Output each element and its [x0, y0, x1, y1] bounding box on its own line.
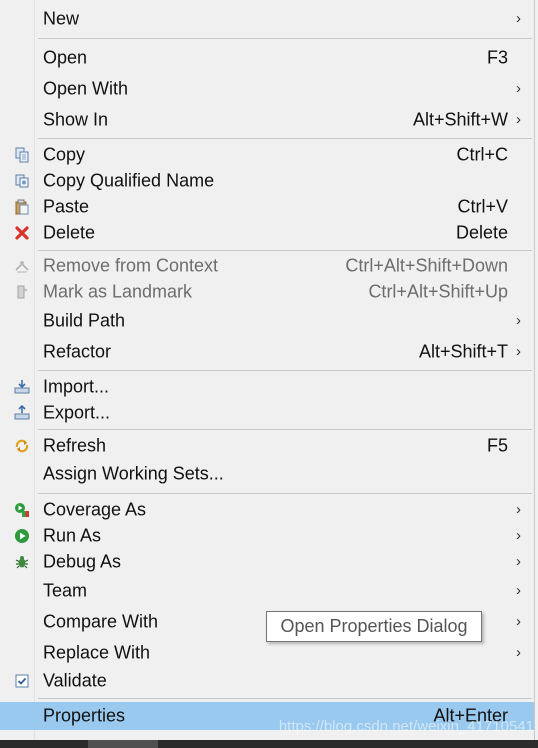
- tooltip: Open Properties Dialog: [266, 611, 482, 642]
- watermark-text: https://blog.csdn.net/weixin_41710541: [278, 718, 534, 735]
- submenu-arrow-icon: ›: [516, 10, 521, 28]
- submenu-arrow-icon: ›: [516, 527, 521, 545]
- menu-separator: [38, 698, 532, 699]
- menu-item-new[interactable]: New ›: [0, 4, 534, 34]
- menu-item-label: Properties: [43, 705, 126, 726]
- submenu-arrow-icon: ›: [516, 501, 521, 519]
- menu-item-label: Assign Working Sets...: [43, 463, 224, 484]
- menu-item-label: Run As: [43, 525, 102, 546]
- menu-item-copy[interactable]: Copy Ctrl+C: [0, 142, 534, 168]
- menu-item-label: Build Path: [43, 310, 126, 330]
- menu-item-label: Import...: [43, 376, 110, 397]
- menu-item-label: Mark as Landmark: [43, 281, 193, 302]
- menu-item-shortcut: Ctrl+V: [457, 196, 508, 217]
- menu-item-shortcut: Ctrl+Alt+Shift+Down: [345, 255, 508, 276]
- menu-item-label: Debug As: [43, 551, 122, 572]
- menu-separator: [38, 370, 532, 371]
- paste-icon: [13, 198, 31, 216]
- menu-item-run-as[interactable]: Run As ›: [0, 523, 534, 549]
- menu-item-coverage-as[interactable]: Coverage As ›: [0, 497, 534, 523]
- submenu-arrow-icon: ›: [516, 110, 521, 128]
- menu-item-delete[interactable]: Delete Delete: [0, 220, 534, 246]
- debug-icon: [13, 553, 31, 571]
- run-icon: [13, 527, 31, 545]
- menu-item-validate[interactable]: Validate: [0, 668, 534, 694]
- menu-item-label: Export...: [43, 402, 111, 423]
- submenu-arrow-icon: ›: [516, 553, 521, 571]
- menu-item-label: Team: [43, 580, 88, 600]
- menu-separator: [38, 493, 532, 494]
- menu-item-shortcut: Delete: [455, 222, 508, 243]
- taskbar-item[interactable]: [88, 740, 158, 748]
- copy-icon: [13, 146, 31, 164]
- menu-item-label: Paste: [43, 196, 90, 217]
- menu-item-label: Open: [43, 47, 88, 67]
- menu-item-import[interactable]: Import...: [0, 374, 534, 400]
- menu-item-mark-as-landmark[interactable]: Mark as Landmark Ctrl+Alt+Shift+Up: [0, 279, 534, 305]
- menu-item-export[interactable]: Export...: [0, 400, 534, 426]
- import-icon: [13, 378, 31, 396]
- menu-item-shortcut: Ctrl+C: [456, 144, 508, 165]
- submenu-arrow-icon: ›: [516, 79, 521, 97]
- menu-item-refactor[interactable]: Refactor Alt+Shift+T ›: [0, 336, 534, 367]
- delete-icon: [13, 224, 31, 242]
- validate-icon: [13, 672, 31, 690]
- menu-item-show-in[interactable]: Show In Alt+Shift+W ›: [0, 104, 534, 135]
- menu-item-label: Validate: [43, 670, 107, 691]
- taskbar: [0, 740, 538, 748]
- submenu-arrow-icon: ›: [516, 612, 521, 630]
- menu-item-label: Replace With: [43, 642, 151, 662]
- submenu-arrow-icon: ›: [516, 581, 521, 599]
- menu-separator: [38, 38, 532, 39]
- refresh-icon: [13, 437, 31, 455]
- menu-item-label: Remove from Context: [43, 255, 219, 276]
- menu-item-label: Refactor: [43, 341, 112, 361]
- menu-item-shortcut: Alt+Shift+W: [412, 109, 508, 129]
- menu-item-remove-from-context[interactable]: Remove from Context Ctrl+Alt+Shift+Down: [0, 253, 534, 279]
- menu-item-shortcut: Alt+Shift+T: [418, 341, 508, 361]
- submenu-arrow-icon: ›: [516, 342, 521, 360]
- submenu-arrow-icon: ›: [516, 643, 521, 661]
- menu-item-shortcut: Ctrl+Alt+Shift+Up: [368, 281, 508, 302]
- landmark-icon: [13, 283, 31, 301]
- menu-item-shortcut: F5: [486, 435, 508, 456]
- menu-item-label: New: [43, 8, 80, 29]
- submenu-arrow-icon: ›: [516, 311, 521, 329]
- menu-separator: [38, 250, 532, 251]
- menu-item-refresh[interactable]: Refresh F5: [0, 433, 534, 459]
- menu-item-assign-working-sets[interactable]: Assign Working Sets...: [0, 459, 534, 489]
- menu-item-team[interactable]: Team ›: [0, 575, 534, 606]
- copy-qualified-name-icon: [13, 172, 31, 190]
- menu-separator: [38, 429, 532, 430]
- menu-item-open[interactable]: Open F3: [0, 42, 534, 73]
- menu-separator: [38, 138, 532, 139]
- menu-item-copy-qualified-name[interactable]: Copy Qualified Name: [0, 168, 534, 194]
- remove-context-icon: [13, 257, 31, 275]
- menu-item-open-with[interactable]: Open With ›: [0, 73, 534, 104]
- menu-item-label: Delete: [43, 222, 96, 243]
- menu-item-label: Refresh: [43, 435, 107, 456]
- menu-item-label: Coverage As: [43, 499, 147, 520]
- menu-item-debug-as[interactable]: Debug As ›: [0, 549, 534, 575]
- export-icon: [13, 404, 31, 422]
- menu-item-build-path[interactable]: Build Path ›: [0, 305, 534, 336]
- menu-item-label: Show In: [43, 109, 109, 129]
- menu-item-label: Open With: [43, 78, 129, 98]
- menu-item-shortcut: F3: [486, 47, 508, 67]
- coverage-icon: [13, 501, 31, 519]
- menu-item-paste[interactable]: Paste Ctrl+V: [0, 194, 534, 220]
- menu-item-label: Copy: [43, 144, 86, 165]
- menu-item-label: Compare With: [43, 611, 159, 631]
- menu-item-label: Copy Qualified Name: [43, 170, 215, 191]
